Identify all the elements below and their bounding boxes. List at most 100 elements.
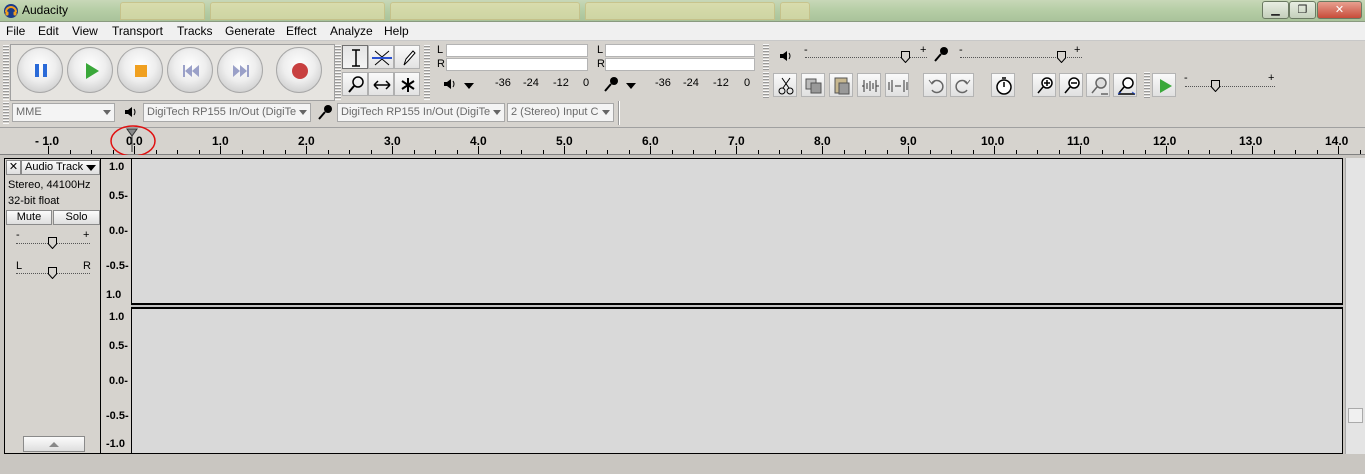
asterisk-icon — [401, 78, 415, 92]
rec-meter-left-bar[interactable] — [605, 44, 755, 57]
play-speed-track[interactable] — [1185, 86, 1275, 87]
skip-to-start-button[interactable] — [167, 47, 213, 93]
vruler-label: 0.5- — [109, 340, 128, 352]
chevron-down-icon — [299, 110, 307, 115]
collapse-track-button[interactable] — [23, 436, 85, 452]
rec-meter-tick: 0 — [744, 77, 751, 89]
play-speed-slider-thumb[interactable] — [1210, 80, 1220, 92]
menu-effect[interactable]: Effect — [286, 24, 316, 38]
rec-meter-right-bar[interactable] — [605, 58, 755, 71]
maximize-button[interactable]: ❐ — [1289, 1, 1316, 19]
pan-slider-thumb[interactable] — [48, 267, 57, 279]
menu-analyze[interactable]: Analyze — [330, 24, 373, 38]
fit-selection-button[interactable] — [1086, 73, 1110, 97]
envelope-tool-button[interactable] — [368, 45, 394, 69]
play-volume-max: + — [920, 44, 927, 56]
play-at-speed-button[interactable] — [1152, 73, 1176, 97]
zoom-tool-button[interactable] — [342, 72, 368, 96]
zoom-out-icon — [1064, 77, 1080, 94]
silence-audio-button[interactable] — [885, 73, 909, 97]
stopwatch-icon — [996, 77, 1012, 95]
menu-view[interactable]: View — [72, 24, 98, 38]
redo-button[interactable] — [950, 73, 974, 97]
menu-tracks[interactable]: Tracks — [177, 24, 213, 38]
menu-transport[interactable]: Transport — [112, 24, 163, 38]
mute-button[interactable]: Mute — [6, 210, 52, 225]
ruler-tick — [564, 146, 565, 154]
toolbar-grip[interactable] — [763, 44, 769, 70]
toolbar-grip[interactable] — [424, 45, 430, 100]
track-bitdepth-info: 32-bit float — [8, 195, 60, 207]
close-button[interactable]: ✕ — [1317, 1, 1362, 19]
play-meter-right-bar[interactable] — [446, 58, 588, 71]
toolbar-grip[interactable] — [3, 102, 9, 124]
play-volume-slider-thumb[interactable] — [901, 51, 911, 63]
copy-button[interactable] — [801, 73, 825, 97]
track-close-button[interactable]: ✕ — [6, 160, 21, 175]
play-meter-left-bar[interactable] — [446, 44, 588, 57]
waveform-right-channel[interactable] — [131, 308, 1343, 454]
recording-channels-select[interactable]: 2 (Stereo) Input C — [507, 103, 614, 122]
audio-host-select[interactable]: MME — [12, 103, 115, 122]
scroll-thumb[interactable] — [1348, 408, 1363, 423]
menu-edit[interactable]: Edit — [38, 24, 59, 38]
selection-tool-button[interactable] — [342, 45, 368, 69]
speaker-icon — [444, 79, 455, 89]
rec-meter-dropdown-icon[interactable] — [624, 81, 638, 91]
ruler-tick — [887, 150, 888, 154]
menu-generate[interactable]: Generate — [225, 24, 275, 38]
play-meter-dropdown-icon[interactable] — [462, 81, 476, 91]
playback-device-select[interactable]: DigiTech RP155 In/Out (DigiTe — [143, 103, 311, 122]
ruler-tick — [930, 150, 931, 154]
ruler-tick — [1317, 150, 1318, 154]
ruler-tick — [1188, 150, 1189, 154]
trim-audio-button[interactable] — [857, 73, 881, 97]
fit-project-button[interactable] — [1113, 73, 1137, 97]
rec-meter-right-label: R — [597, 58, 605, 70]
ruler-tick — [1274, 150, 1275, 154]
draw-tool-button[interactable] — [394, 45, 420, 69]
redo-icon — [955, 79, 971, 94]
multi-tool-button[interactable] — [394, 72, 420, 96]
gain-slider-thumb[interactable] — [48, 237, 57, 249]
toolbar-grip[interactable] — [335, 45, 341, 100]
solo-button[interactable]: Solo — [53, 210, 100, 225]
vertical-scrollbar[interactable] — [1345, 158, 1365, 454]
minimize-button[interactable]: ▁ — [1262, 1, 1289, 19]
menu-file[interactable]: File — [6, 24, 25, 38]
recording-device-select[interactable]: DigiTech RP155 In/Out (DigiTe — [337, 103, 505, 122]
rec-volume-slider-thumb[interactable] — [1057, 51, 1067, 63]
skip-to-end-button[interactable] — [217, 47, 263, 93]
ruler-tick — [822, 146, 823, 154]
stop-icon — [135, 65, 147, 77]
ruler-tick — [1166, 146, 1167, 154]
undo-button[interactable] — [923, 73, 947, 97]
toolbar-grip[interactable] — [1144, 72, 1150, 99]
ruler-tick — [1338, 146, 1339, 154]
pause-icon — [35, 64, 47, 77]
stop-button[interactable] — [117, 47, 163, 93]
chevron-down-icon — [103, 110, 111, 115]
ruler-tick — [220, 146, 221, 154]
toolbar-grip[interactable] — [763, 72, 769, 99]
record-button[interactable] — [276, 47, 322, 93]
track-format-info: Stereo, 44100Hz — [8, 179, 91, 191]
audio-host-value: MME — [16, 106, 42, 118]
pause-button[interactable] — [17, 47, 63, 93]
zoom-in-button[interactable] — [1032, 73, 1056, 97]
ruler-tick — [1016, 150, 1017, 154]
copy-icon — [805, 78, 822, 94]
waveform-left-channel[interactable] — [131, 158, 1343, 304]
double-arrow-icon — [373, 80, 391, 90]
play-button[interactable] — [67, 47, 113, 93]
cut-button[interactable] — [773, 73, 797, 97]
menu-help[interactable]: Help — [384, 24, 409, 38]
gain-min-label: - — [16, 229, 20, 241]
sync-lock-button[interactable] — [991, 73, 1015, 97]
paste-button[interactable] — [829, 73, 853, 97]
timeline-ruler[interactable]: - 1.0 0.0 1.0 2.0 3.0 4.0 5.0 6.0 7.0 8.… — [0, 125, 1365, 157]
envelope-icon — [372, 50, 392, 66]
zoom-out-button[interactable] — [1059, 73, 1083, 97]
timeshift-tool-button[interactable] — [368, 72, 394, 96]
toolbar-grip[interactable] — [3, 45, 9, 100]
